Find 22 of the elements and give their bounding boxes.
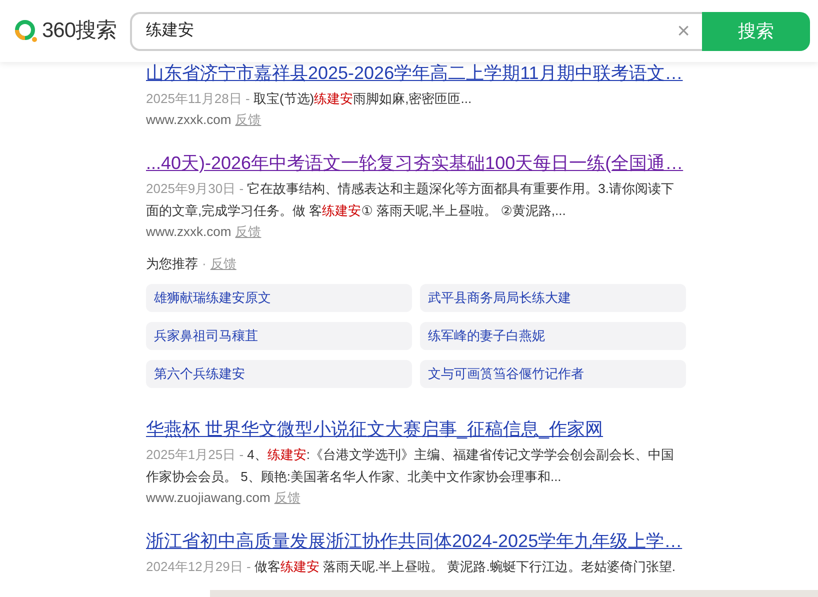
recommend-link[interactable]: 第六个兵练建安 (146, 360, 412, 388)
result-url: www.zxxk.com (146, 223, 232, 241)
logo-icon (14, 19, 38, 43)
result-url: www.zxxk.com (146, 111, 232, 129)
separator-dot: · (202, 255, 206, 273)
recommend-link[interactable]: 练军峰的妻子白燕妮 (420, 322, 686, 350)
result-snippet: 2025年1月25日 - 4、练建安:《台港文学选刊》主编、福建省传记文学学会创会副会长、中国作家协会会员。 5、顾艳:美国著名华人作家、北美中文作家协会理事和... (146, 446, 676, 486)
result-title-link[interactable]: ...40天)-2026年中考语文一轮复习夯实基础100天每日一练(全国通… (146, 152, 684, 174)
recommend-link[interactable]: 雄狮献瑞练建安原文 (146, 284, 412, 312)
result-title-link[interactable]: 山东省济宁市嘉祥县2025-2026学年高二上学期11月期中联考语文… (146, 62, 683, 84)
result-snippet: 2024年12月29日 - 做客练建安 落雨天呢.半上昼啦。 黄泥路.蜿蜒下行江边。老姑婆倚门张望. (146, 558, 676, 576)
recommend-link[interactable]: 文与可画筼筜谷偃竹记作者 (420, 360, 686, 388)
result-url: www.zuojiawang.com (146, 488, 270, 507)
recommend-link[interactable]: 武平县商务局局长练大建 (420, 284, 686, 312)
result-title-link[interactable]: 华燕杯 世界华文微型小说征文大赛启事_征稿信息_作家网 (146, 418, 604, 440)
logo-text[interactable]: 360搜索 (42, 15, 117, 47)
result-snippet: 2025年11月28日 - 取宝(节选)练建安雨脚如麻,密密匝匝... (146, 90, 473, 108)
search-field[interactable]: 练建安 × (130, 12, 702, 50)
result-title-link[interactable]: 浙江省初中高质量发展浙江协作共同体2024-2025学年九年级上学… (146, 530, 682, 552)
recommend-link[interactable]: 兵家鼻祖司马穰苴 (146, 322, 412, 350)
recommend-heading: 为您推荐 (146, 255, 198, 273)
result-snippet: 2025年9月30日 - 它在故事结构、情感表达和主题深化等方面都具有重要作用。3.请你阅读下面的文章,完成学习任务。做 客练建安① 落雨天呢,半上昼啦。 ②黄泥路,... (146, 180, 676, 220)
